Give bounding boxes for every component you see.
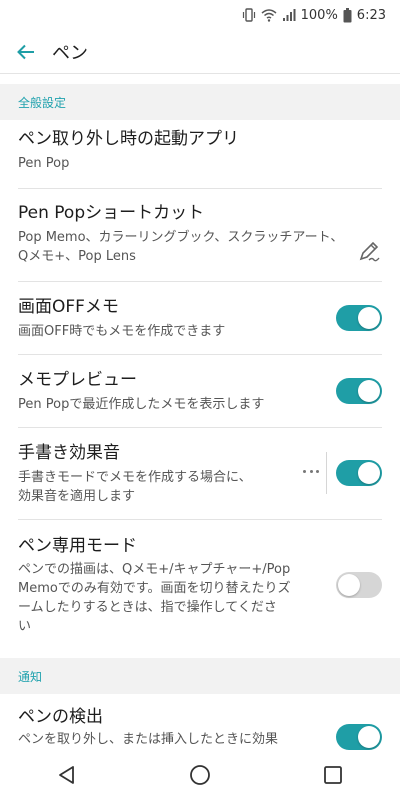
setting-title: ペン取り外し時の起動アプリ bbox=[18, 129, 239, 149]
setting-subtitle-line1: 手書きモードでメモを作成する場合に、 bbox=[18, 470, 252, 485]
memo-preview-toggle[interactable] bbox=[336, 378, 382, 404]
setting-subtitle: Pen Popで最近作成したメモを表示します bbox=[18, 397, 265, 412]
setting-title: 画面OFFメモ bbox=[18, 297, 119, 317]
wifi-icon bbox=[261, 9, 277, 22]
setting-subtitle-line2: Qメモ+、Pop Lens bbox=[18, 249, 136, 264]
setting-title: メモプレビュー bbox=[18, 370, 137, 390]
circle-home-icon bbox=[190, 765, 210, 785]
arrow-left-icon bbox=[17, 44, 34, 59]
handwriting-sound-toggle[interactable] bbox=[336, 460, 382, 486]
setting-title: 手書き効果音 bbox=[18, 443, 120, 463]
nav-home-button[interactable] bbox=[170, 755, 230, 795]
pen-edit-icon[interactable] bbox=[357, 239, 381, 263]
pen-detect-toggle[interactable] bbox=[336, 724, 382, 750]
vibrate-icon bbox=[242, 8, 255, 22]
setting-subtitle-line2: Memoでのみ有効です。画面を切り替えたりズ bbox=[18, 581, 291, 596]
battery-icon bbox=[343, 7, 352, 22]
toggle-knob bbox=[358, 726, 380, 748]
divider bbox=[18, 519, 382, 520]
toggle-knob bbox=[358, 307, 380, 329]
nav-recents-button[interactable] bbox=[303, 755, 363, 795]
toggle-knob bbox=[358, 462, 380, 484]
pen-detect-toggle-clip bbox=[336, 724, 382, 750]
setting-launch-app[interactable]: ペン取り外し時の起動アプリ Pen Pop bbox=[0, 128, 400, 173]
vertical-divider bbox=[326, 452, 327, 494]
divider bbox=[18, 281, 382, 282]
setting-subtitle: Pen Pop bbox=[18, 156, 70, 171]
signal-icon bbox=[282, 9, 296, 21]
app-bar: ペン bbox=[0, 30, 400, 74]
section-label: 全般設定 bbox=[18, 95, 67, 110]
status-time: 6:23 bbox=[356, 7, 386, 23]
section-label: 通知 bbox=[18, 669, 43, 684]
setting-title: Pen Popショートカット bbox=[18, 203, 205, 223]
setting-subtitle-line3: ームしたりするときは、指で操作してくださ bbox=[18, 600, 277, 615]
battery-percent: 100% bbox=[300, 7, 338, 23]
status-bar: 100% 6:23 bbox=[0, 0, 400, 30]
setting-subtitle-line2: 効果音を適用します bbox=[18, 489, 136, 504]
toggle-knob bbox=[338, 574, 360, 596]
toggle-knob bbox=[358, 380, 380, 402]
divider bbox=[18, 354, 382, 355]
square-recents-icon bbox=[324, 766, 343, 784]
more-horizontal-icon[interactable] bbox=[303, 468, 319, 474]
setting-title: ペン専用モード bbox=[18, 536, 137, 556]
setting-subtitle-line4: い bbox=[18, 619, 32, 634]
nav-back-button[interactable] bbox=[37, 755, 97, 795]
setting-subtitle-line1: Pop Memo、カラーリングブック、スクラッチアート、 bbox=[18, 230, 344, 245]
setting-subtitle: 画面OFF時でもメモを作成できます bbox=[18, 324, 226, 339]
screen-off-memo-toggle[interactable] bbox=[336, 305, 382, 331]
section-header-general: 全般設定 bbox=[0, 84, 400, 120]
setting-title: ペンの検出 bbox=[18, 707, 103, 727]
page-title: ペン bbox=[52, 42, 88, 64]
pen-only-mode-toggle[interactable] bbox=[336, 572, 382, 598]
divider bbox=[18, 188, 382, 189]
back-button[interactable] bbox=[2, 30, 50, 74]
setting-subtitle-line1: ペンでの描画は、Qメモ+/キャプチャー+/Pop bbox=[18, 562, 291, 577]
setting-pen-pop-shortcut[interactable]: Pen Popショートカット Pop Memo、カラーリングブック、スクラッチア… bbox=[0, 202, 400, 266]
setting-subtitle: ペンを取り外し、または挿入したときに効果 bbox=[18, 732, 279, 747]
navigation-bar bbox=[0, 750, 400, 800]
divider bbox=[18, 427, 382, 428]
section-header-notify: 通知 bbox=[0, 658, 400, 694]
triangle-back-icon bbox=[58, 766, 74, 784]
